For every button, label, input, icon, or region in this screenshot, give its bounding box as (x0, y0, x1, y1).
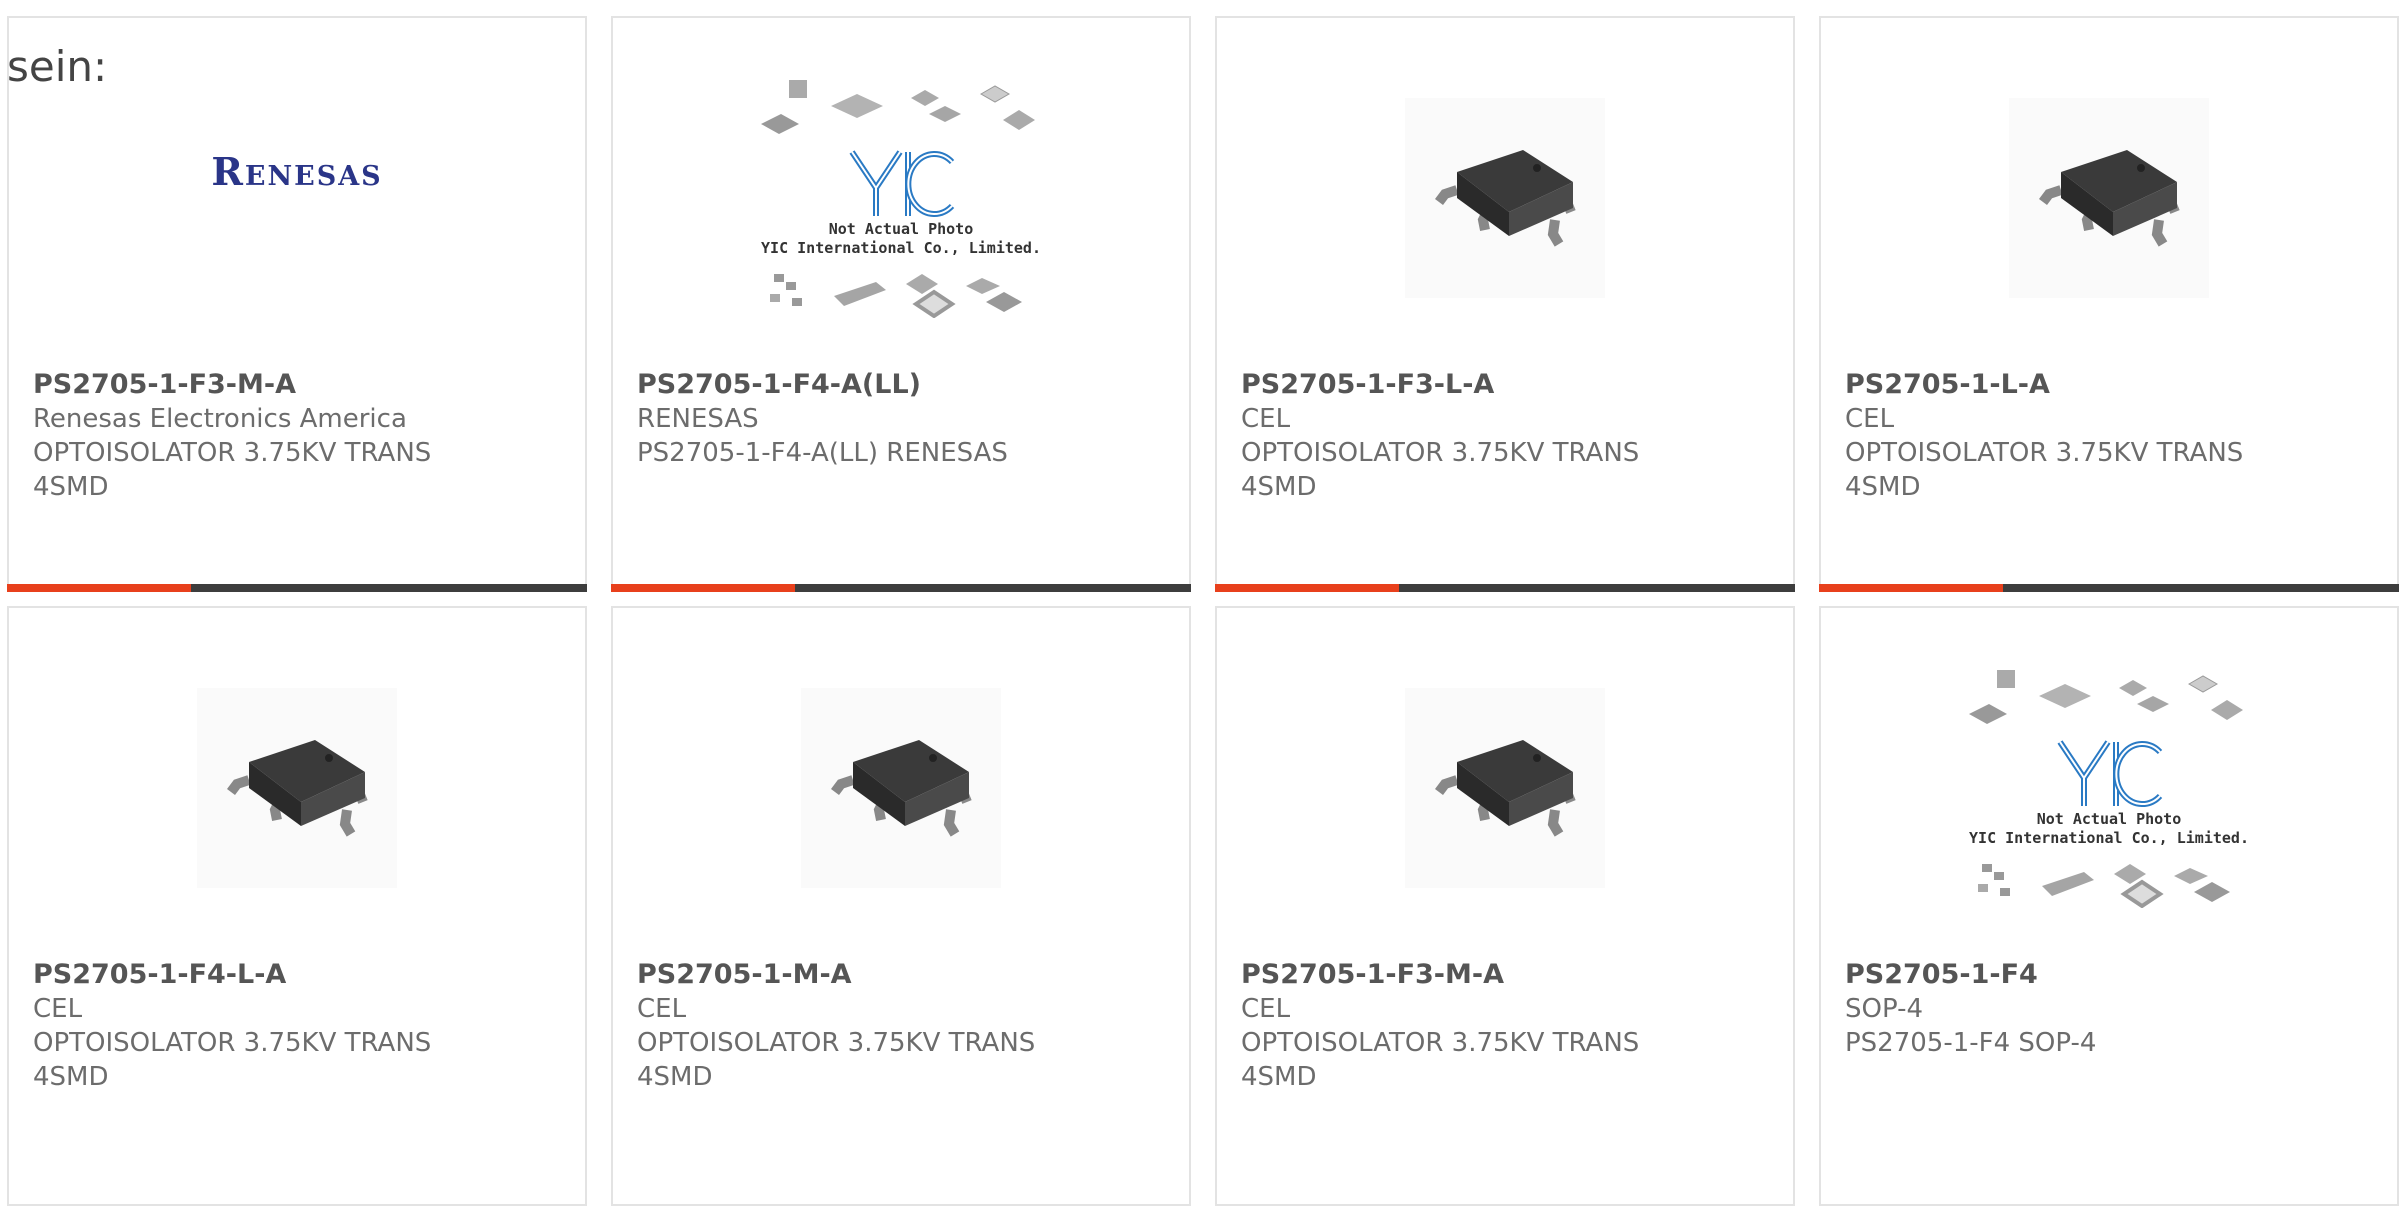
package: 4SMD (33, 1062, 109, 1092)
description: PS2705-1-F4 SOP-4 (1845, 1028, 2097, 1058)
part-number[interactable]: PS2705-1-F3-M-A (1241, 958, 1773, 992)
card-accent-bar (1819, 584, 2399, 592)
not-actual-photo-placeholder: Not Actual Photo YIC International Co., … (761, 78, 1041, 318)
placeholder-caption-2: YIC International Co., Limited. (1969, 829, 2249, 847)
package: 4SMD (1241, 472, 1317, 502)
optoisolator-icon (1435, 150, 1576, 247)
optoisolator-icon (831, 740, 972, 837)
chips-icon (770, 274, 1022, 318)
description: OPTOISOLATOR 3.75KV TRANS (637, 1028, 1036, 1058)
manufacturer: CEL (637, 994, 687, 1024)
description: PS2705-1-F4-A(LL) RENESAS (637, 438, 1008, 468)
placeholder-caption-1: Not Actual Photo (828, 220, 974, 238)
part-number[interactable]: PS2705-1-L-A (1845, 368, 2377, 402)
optoisolator-photo (1405, 688, 1605, 888)
renesas-logo: Renesas (211, 148, 383, 194)
manufacturer: Renesas Electronics America (33, 404, 407, 434)
description: OPTOISOLATOR 3.75KV TRANS (1241, 438, 1640, 468)
product-card[interactable]: PS2705-1-F3-M-A CEL OPTOISOLATOR 3.75KV … (1215, 606, 1795, 1206)
yic-logo (849, 150, 955, 217)
product-image (1821, 78, 2397, 318)
description: OPTOISOLATOR 3.75KV TRANS (1845, 438, 2244, 468)
intro-text: sein: (7, 42, 108, 91)
chips-icon (1969, 670, 2243, 724)
placeholder-caption-2: YIC International Co., Limited. (761, 239, 1041, 257)
optoisolator-photo (197, 688, 397, 888)
product-card[interactable]: PS2705-1-F4-L-A CEL OPTOISOLATOR 3.75KV … (7, 606, 587, 1206)
product-image (1217, 78, 1793, 318)
yic-logo (2057, 740, 2163, 807)
manufacturer: CEL (1845, 404, 1895, 434)
product-image (9, 668, 585, 908)
package: 4SMD (1241, 1062, 1317, 1092)
product-image: Not Actual Photo YIC International Co., … (1821, 668, 2397, 908)
product-card[interactable]: PS2705-1-F3-L-A CEL OPTOISOLATOR 3.75KV … (1215, 16, 1795, 592)
optoisolator-photo (801, 688, 1001, 888)
card-accent-bar (611, 584, 1191, 592)
package: 4SMD (33, 472, 109, 502)
product-image: Not Actual Photo YIC International Co., … (613, 78, 1189, 318)
product-card[interactable]: PS2705-1-L-A CEL OPTOISOLATOR 3.75KV TRA… (1819, 16, 2399, 592)
part-number[interactable]: PS2705-1-F4-L-A (33, 958, 565, 992)
package: 4SMD (1845, 472, 1921, 502)
not-actual-photo-placeholder: Not Actual Photo YIC International Co., … (1969, 668, 2249, 908)
optoisolator-photo (2009, 98, 2209, 298)
product-card[interactable]: Not Actual Photo YIC International Co., … (1819, 606, 2399, 1206)
optoisolator-icon (1435, 740, 1576, 837)
product-card[interactable]: PS2705-1-M-A CEL OPTOISOLATOR 3.75KV TRA… (611, 606, 1191, 1206)
manufacturer: RENESAS (637, 404, 759, 434)
manufacturer: SOP-4 (1845, 994, 1923, 1024)
product-image (1217, 668, 1793, 908)
chips-icon (1978, 864, 2230, 908)
manufacturer: CEL (1241, 404, 1291, 434)
product-image (613, 668, 1189, 908)
package: 4SMD (637, 1062, 713, 1092)
product-card[interactable]: Not Actual Photo YIC International Co., … (611, 16, 1191, 592)
card-accent-bar (1215, 584, 1795, 592)
product-image: Renesas (9, 78, 585, 318)
placeholder-caption-1: Not Actual Photo (2036, 810, 2182, 828)
optoisolator-icon (227, 740, 368, 837)
chips-icon (761, 80, 1035, 134)
optoisolator-icon (2039, 150, 2180, 247)
card-accent-bar (7, 584, 587, 592)
description: OPTOISOLATOR 3.75KV TRANS (33, 438, 432, 468)
product-card[interactable]: Renesas PS2705-1-F3-M-A Renesas Electron… (7, 16, 587, 592)
part-number[interactable]: PS2705-1-F3-L-A (1241, 368, 1773, 402)
part-number[interactable]: PS2705-1-F4 (1845, 958, 2377, 992)
part-number[interactable]: PS2705-1-F3-M-A (33, 368, 565, 402)
manufacturer: CEL (1241, 994, 1291, 1024)
optoisolator-photo (1405, 98, 1605, 298)
part-number[interactable]: PS2705-1-F4-A(LL) (637, 368, 1169, 402)
manufacturer: CEL (33, 994, 83, 1024)
part-number[interactable]: PS2705-1-M-A (637, 958, 1169, 992)
description: OPTOISOLATOR 3.75KV TRANS (33, 1028, 432, 1058)
description: OPTOISOLATOR 3.75KV TRANS (1241, 1028, 1640, 1058)
